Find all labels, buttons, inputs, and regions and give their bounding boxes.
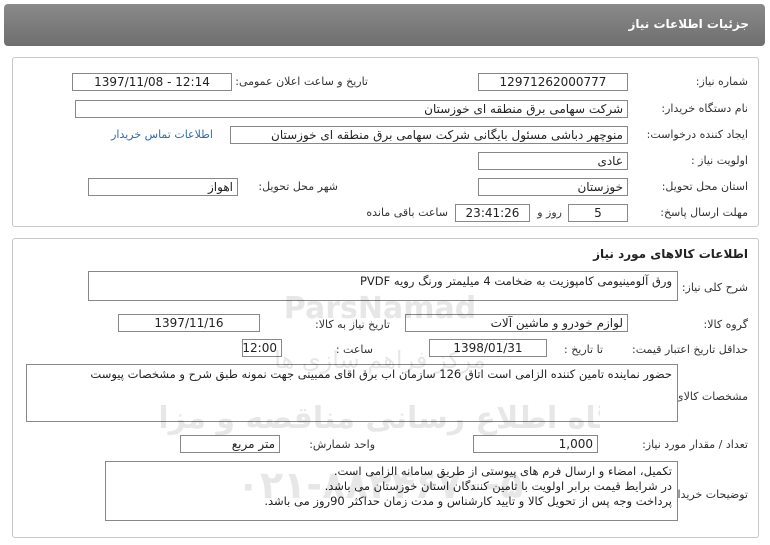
announce-datetime-label: تاریخ و ساعت اعلان عمومی: (235, 75, 368, 88)
announce-datetime-field: 1397/11/08 - 12:14 (72, 73, 232, 91)
requester-field: منوچهر دباشی مسئول بایگانی شرکت سهامی بر… (230, 126, 628, 144)
days-field: 5 (568, 204, 628, 222)
buyer-note-line: در شرایط قیمت برابر اولویت با تامین کنند… (324, 479, 672, 493)
goods-info-panel: اطلاعات کالاهای مورد نیاز شرح کلی نیاز: … (12, 238, 759, 538)
validity-time-field: 12:00 (242, 339, 282, 357)
summary-field: ورق آلومینیومی کامپوزیت به ضخامت 4 میلیم… (88, 271, 678, 301)
need-number-label: شماره نیاز: (695, 75, 748, 88)
need-info-panel: شماره نیاز: 12971262000777 تاریخ و ساعت … (12, 57, 759, 227)
quantity-field: 1,000 (473, 435, 598, 453)
buyer-org-field: شرکت سهامی برق منطقه ای خوزستان (75, 100, 628, 118)
buyer-note-line: تکمیل، امضاء و ارسال فرم های پیوستی از ط… (333, 464, 672, 478)
specs-field: حضور نماینده تامین کننده الزامی است اتاق… (26, 364, 678, 422)
province-field: خوزستان (478, 178, 628, 196)
need-number-field: 12971262000777 (478, 73, 628, 91)
page-title: جزئیات اطلاعات نیاز (628, 17, 749, 31)
buyer-notes-label: توضیحات خریدار: (668, 488, 749, 501)
until-date-label: تا تاریخ : (564, 343, 603, 356)
priority-field: عادی (478, 152, 628, 170)
need-date-label: تاریخ نیاز به کالا: (315, 318, 390, 331)
time-left-label: ساعت باقی مانده (366, 206, 448, 219)
validity-hour-label: ساعت : (335, 343, 373, 356)
time-left-field: 23:41:26 (455, 204, 530, 222)
goods-group-field: لوازم خودرو و ماشین آلات (405, 314, 628, 332)
deadline-label: مهلت ارسال پاسخ: (660, 206, 748, 219)
buyer-org-label: نام دستگاه خریدار: (661, 102, 748, 115)
buyer-note-line: پرداخت وجه پس از تحویل کالا و تایید کارش… (264, 494, 672, 508)
city-label: شهر محل تحویل: (258, 180, 338, 193)
goods-section-title: اطلاعات کالاهای مورد نیاز (593, 247, 748, 261)
unit-label: واحد شمارش: (309, 438, 375, 451)
days-unit-label: روز و (537, 206, 562, 219)
validity-date-field: 1398/01/31 (429, 339, 547, 357)
need-date-field: 1397/11/16 (118, 314, 260, 332)
priority-label: اولویت نیاز : (690, 154, 748, 167)
price-validity-label: حداقل تاریخ اعتبار قیمت: (632, 343, 748, 356)
goods-group-label: گروه کالا: (703, 318, 748, 331)
province-label: استان محل تحویل: (661, 180, 748, 193)
summary-label: شرح کلی نیاز: (681, 281, 748, 294)
buyer-contact-link[interactable]: اطلاعات تماس خریدار (111, 128, 213, 141)
unit-field: متر مربع (180, 435, 280, 453)
page-header: جزئیات اطلاعات نیاز (4, 4, 765, 46)
requester-label: ایجاد کننده درخواست: (646, 128, 748, 141)
city-field: اهواز (88, 178, 238, 196)
buyer-notes-field: تکمیل، امضاء و ارسال فرم های پیوستی از ط… (105, 461, 678, 521)
quantity-label: تعداد / مقدار مورد نیاز: (642, 438, 748, 451)
